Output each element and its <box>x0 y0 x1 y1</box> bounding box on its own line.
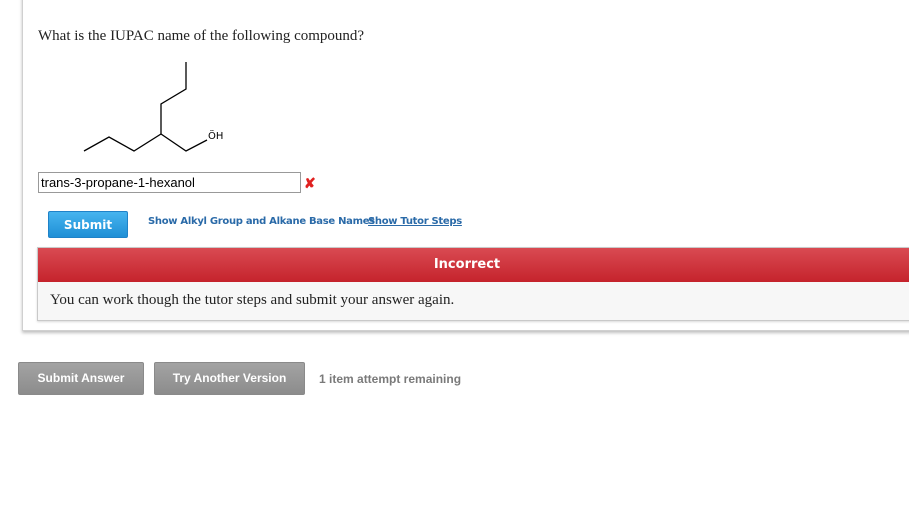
oh-label: ÖH <box>208 129 223 142</box>
show-alkyl-names-link[interactable]: Show Alkyl Group and Alkane Base Names <box>148 216 375 227</box>
molecule-structure: ÖH <box>83 62 223 152</box>
try-another-version-button[interactable]: Try Another Version <box>154 362 305 395</box>
molecule-branch-chain <box>160 62 187 134</box>
feedback-message: You can work though the tutor steps and … <box>50 292 455 308</box>
x-icon: ✘ <box>304 175 316 191</box>
question-text: What is the IUPAC name of the following … <box>38 28 365 44</box>
feedback-panel: Incorrect You can work though the tutor … <box>37 247 909 321</box>
molecule-main-chain <box>83 133 208 152</box>
attempts-remaining-text: 1 item attempt remaining <box>319 372 462 386</box>
answer-input[interactable] <box>38 172 301 193</box>
submit-button[interactable]: Submit <box>48 211 128 238</box>
show-tutor-steps-link[interactable]: Show Tutor Steps <box>368 216 462 227</box>
feedback-header: Incorrect <box>38 248 909 282</box>
submit-answer-button[interactable]: Submit Answer <box>18 362 144 395</box>
